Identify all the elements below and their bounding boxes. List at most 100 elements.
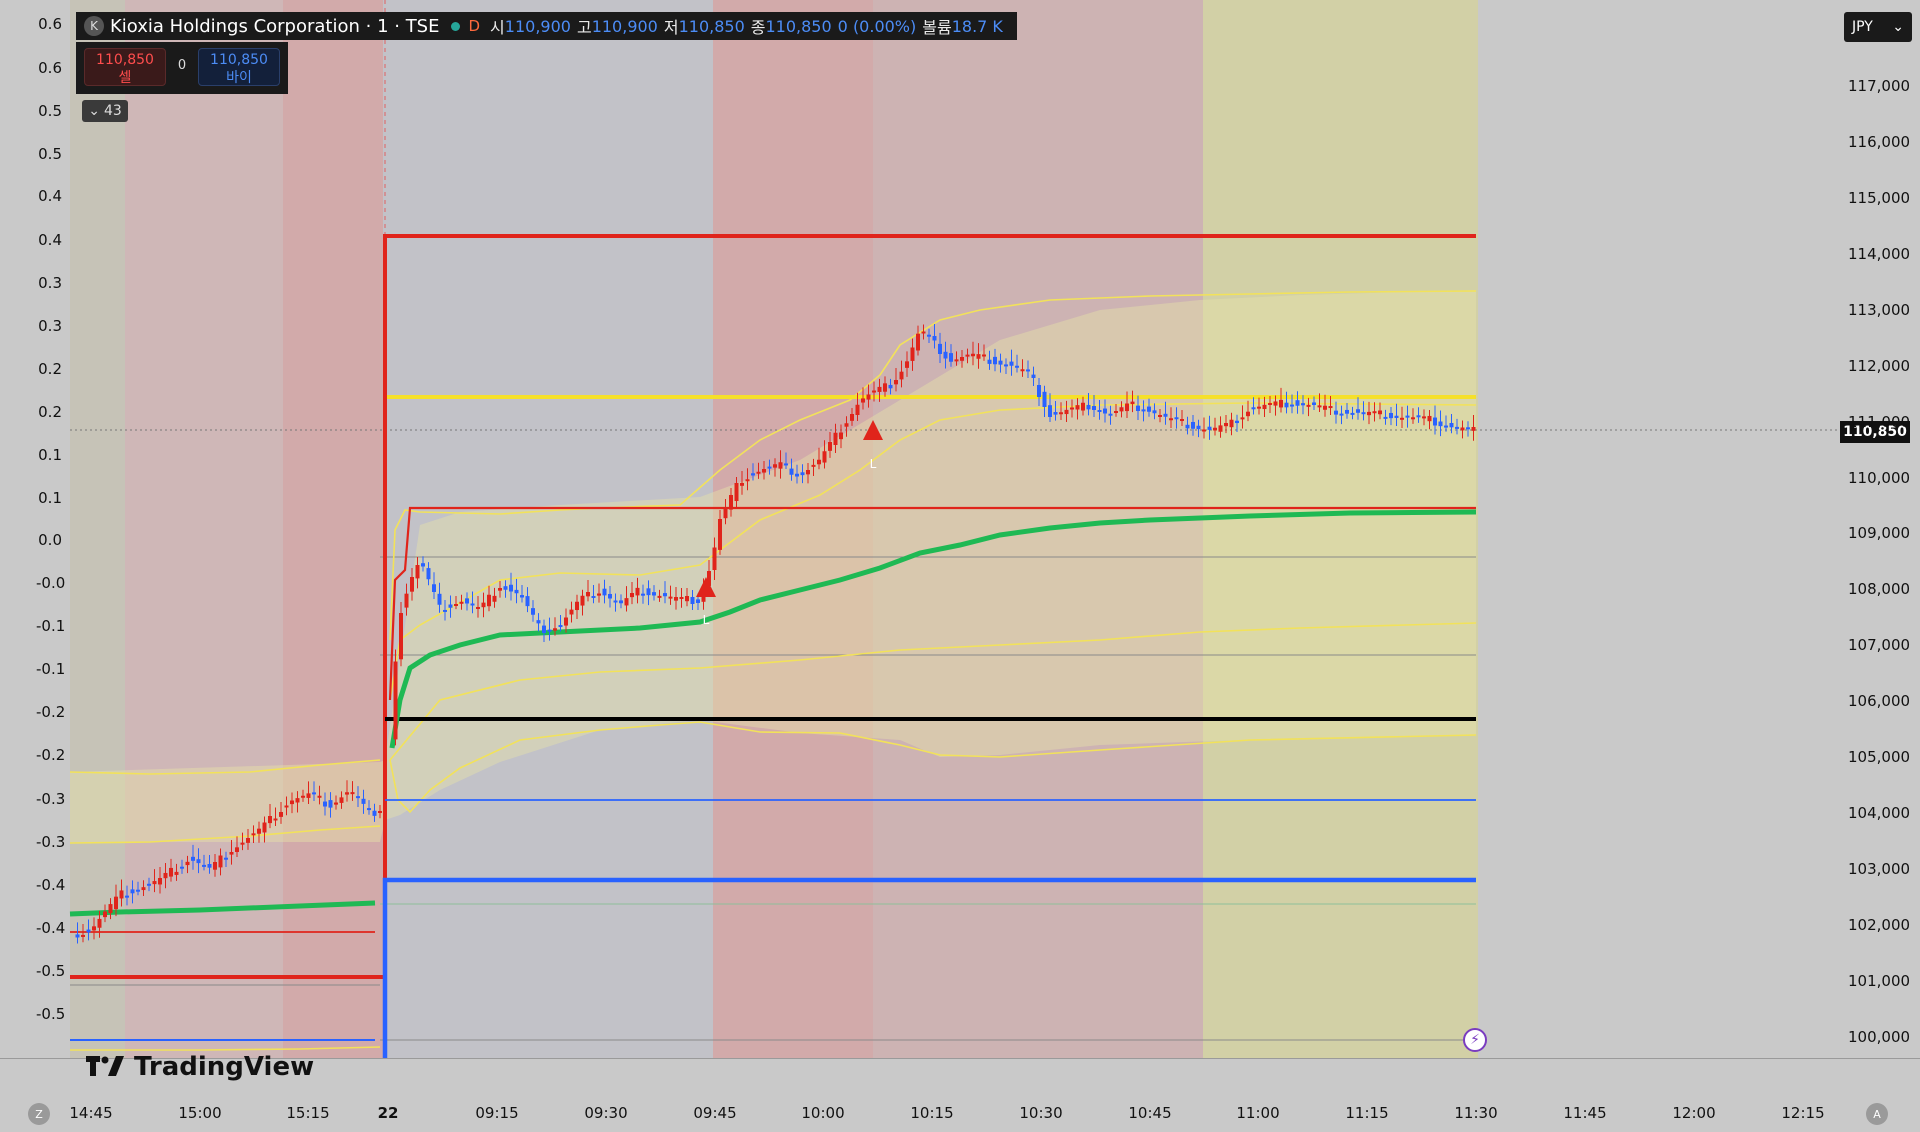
candle-body: [685, 596, 689, 602]
zoom-button[interactable]: Z: [28, 1103, 50, 1125]
time-axis-label: 12:15: [1781, 1104, 1825, 1122]
candle-body: [1455, 426, 1459, 429]
candle-body: [356, 796, 360, 799]
candle-body: [339, 797, 344, 803]
time-axis-label: 12:00: [1672, 1104, 1716, 1122]
candle-body: [503, 586, 508, 590]
time-axis-label: 22: [377, 1104, 399, 1122]
lightning-icon[interactable]: ⚡: [1463, 1028, 1487, 1052]
left-axis-label: 0.2: [38, 360, 62, 378]
candle-body: [938, 343, 942, 354]
candle-body: [207, 864, 212, 868]
left-axis-label: 0.3: [38, 274, 62, 292]
candle-body: [86, 929, 91, 933]
price-axis-label: 106,000: [1848, 692, 1911, 710]
candle-body: [1273, 401, 1278, 406]
candle-body: [1284, 402, 1289, 408]
candle-body: [943, 351, 948, 359]
candle-body: [1174, 417, 1179, 420]
time-axis-label: 10:45: [1128, 1104, 1172, 1122]
candle-body: [1246, 411, 1250, 417]
candle-body: [547, 629, 552, 632]
candle-body: [125, 895, 129, 898]
candle-body: [927, 334, 931, 337]
candle-body: [1119, 407, 1124, 412]
volume-value: 18.7 K: [951, 16, 1003, 36]
candle-body: [1449, 423, 1454, 428]
candle-body: [404, 593, 409, 608]
candle-body: [982, 354, 986, 357]
candle-body: [196, 859, 201, 864]
price-axis-label: 110,000: [1848, 469, 1911, 487]
candle-body: [295, 798, 300, 803]
session-zone-red-2: [283, 0, 383, 1058]
indicators-collapse-button[interactable]: ⌄ 43: [82, 100, 128, 122]
candle-body: [229, 852, 234, 855]
candle-body: [1427, 415, 1432, 422]
order-quantity[interactable]: 0: [174, 58, 190, 73]
candle-body: [136, 889, 140, 892]
price-chart[interactable]: L L: [0, 0, 1920, 1132]
candle-body: [663, 593, 667, 597]
candle-body: [679, 597, 684, 599]
candle-body: [751, 473, 755, 476]
candle-body: [888, 384, 893, 389]
candle-body: [1323, 405, 1327, 410]
tradingview-logo[interactable]: TradingView: [86, 1052, 314, 1082]
candle-body: [312, 792, 316, 795]
left-axis[interactable]: 0.6 0.6 0.5 0.5 0.4 0.4 0.3 0.3 0.2 0.2 0.1 0.1 0.0 -…: [0, 0, 70, 1058]
candle-body: [492, 595, 497, 602]
open-value: 110,900: [504, 16, 571, 36]
price-axis-label: 114,000: [1848, 245, 1911, 263]
left-axis-label: -0.3: [36, 833, 66, 851]
candle-body: [1438, 421, 1443, 427]
currency-selector[interactable]: JPY ⌄: [1844, 12, 1912, 42]
interval-badge: D: [468, 17, 481, 35]
candle-body: [481, 602, 486, 608]
candle-body: [1312, 402, 1316, 405]
symbol-legend[interactable]: K Kioxia Holdings Corporation · 1 · TSE …: [76, 12, 1017, 40]
candle-body: [1257, 406, 1261, 409]
candle-body: [1224, 423, 1228, 427]
candle-body: [279, 812, 283, 817]
symbol-title[interactable]: Kioxia Holdings Corporation · 1 · TSE: [110, 16, 439, 37]
candle-body: [1290, 404, 1294, 407]
candle-body: [1471, 427, 1476, 431]
candle-body: [729, 495, 733, 510]
candle-body: [443, 609, 447, 612]
open-label: 시: [490, 18, 505, 37]
candle-body: [1086, 404, 1091, 410]
candle-body: [1075, 405, 1080, 410]
candle-body: [1279, 399, 1283, 408]
candle-body: [1196, 425, 1201, 430]
candle-body: [257, 828, 261, 834]
candle-body: [613, 600, 618, 603]
price-axis-label: 109,000: [1848, 524, 1911, 542]
candle-body: [317, 795, 322, 798]
price-axis-label: 104,000: [1848, 804, 1911, 822]
candle-body: [866, 394, 871, 400]
candle-body: [130, 889, 135, 894]
time-axis-label: 11:45: [1563, 1104, 1607, 1122]
time-axis-label: 15:15: [286, 1104, 330, 1122]
sell-button[interactable]: 110,850 셀: [84, 48, 166, 86]
candle-body: [119, 890, 124, 899]
change-value: 0 (0.00%): [837, 16, 917, 36]
candle-body: [448, 604, 453, 608]
candle-body: [916, 333, 920, 351]
auto-scale-button[interactable]: A: [1866, 1103, 1888, 1125]
candle-body: [180, 866, 184, 869]
candle-body: [1097, 410, 1102, 412]
left-axis-label: 0.0: [38, 531, 62, 549]
candle-body: [169, 867, 173, 877]
candle-body: [1339, 413, 1344, 416]
candle-body: [235, 847, 239, 852]
candle-body: [213, 862, 217, 870]
candle-body: [476, 607, 480, 609]
candle-body: [1367, 411, 1371, 416]
currency-label: JPY: [1852, 19, 1873, 35]
low-value: 110,850: [678, 16, 745, 36]
buy-button[interactable]: 110,850 바이: [198, 48, 280, 86]
price-axis-label: 108,000: [1848, 580, 1911, 598]
candle-body: [1130, 401, 1135, 405]
